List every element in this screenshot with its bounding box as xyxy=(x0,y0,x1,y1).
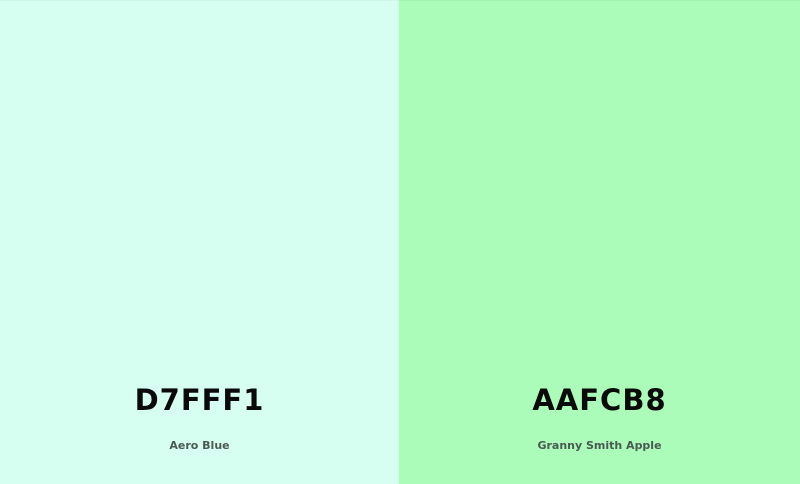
swatch-granny-smith-apple[interactable]: AAFCB8 Granny Smith Apple xyxy=(399,0,800,484)
swatch-hex-code: D7FFF1 xyxy=(134,383,265,417)
color-palette: D7FFF1 Aero Blue AAFCB8 Granny Smith App… xyxy=(0,0,800,484)
swatch-color-name: Granny Smith Apple xyxy=(537,439,662,452)
swatch-hex-code: AAFCB8 xyxy=(532,383,667,417)
swatch-aero-blue[interactable]: D7FFF1 Aero Blue xyxy=(0,0,399,484)
swatch-color-name: Aero Blue xyxy=(169,439,230,452)
